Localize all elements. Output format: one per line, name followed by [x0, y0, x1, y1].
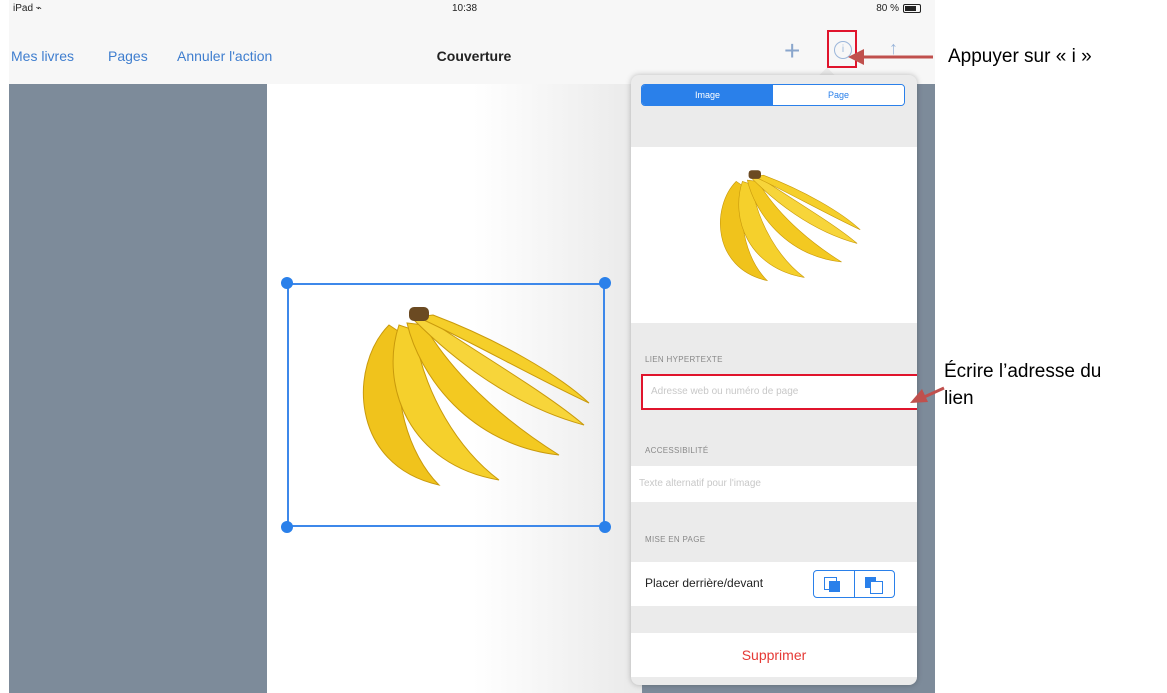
image-preview	[631, 147, 917, 323]
add-icon[interactable]: +	[784, 37, 800, 65]
layout-section-label: MISE EN PAGE	[645, 535, 706, 544]
status-right: 80 %	[876, 3, 921, 14]
resize-handle-bottom-left[interactable]	[281, 521, 293, 533]
accessibility-section-label: ACCESSIBILITÉ	[645, 446, 709, 455]
resize-handle-top-left[interactable]	[281, 277, 293, 289]
hyperlink-section-label: LIEN HYPERTEXTE	[645, 355, 723, 364]
banana-thumbnail	[720, 170, 861, 282]
order-control	[813, 570, 895, 598]
info-popover: Image Page LIEN HYPERTEXTE Adresse web o…	[631, 75, 917, 685]
page-title: Couverture	[436, 48, 512, 64]
bring-forward-front-square	[869, 581, 883, 594]
my-books-link[interactable]: Mes livres	[11, 48, 74, 64]
annotation-arrow-info	[848, 49, 933, 65]
resize-handle-top-right[interactable]	[599, 277, 611, 289]
order-label: Placer derrière/devant	[645, 576, 764, 590]
ipad-screen: iPad ⌁ 10:38 80 % Mes livres Pages Annul…	[9, 0, 935, 693]
resize-handle-bottom-right[interactable]	[599, 521, 611, 533]
battery-icon	[903, 4, 921, 13]
send-backward-front-square	[829, 581, 840, 592]
hyperlink-input[interactable]: Adresse web ou numéro de page	[641, 374, 917, 410]
status-device: iPad ⌁	[13, 3, 42, 14]
annotation-info: Appuyer sur « i »	[948, 46, 1092, 67]
annotation-arrow-link	[910, 386, 945, 403]
battery-percent: 80 %	[876, 3, 899, 14]
status-time: 10:38	[452, 3, 478, 14]
device-name: iPad	[13, 3, 34, 14]
tab-control: Image Page	[641, 84, 905, 106]
status-bar: iPad ⌁ 10:38 80 %	[9, 0, 935, 20]
pages-link[interactable]: Pages	[108, 48, 148, 64]
annotation-link-line2: lien	[944, 388, 974, 409]
tab-image[interactable]: Image	[642, 85, 773, 105]
delete-button[interactable]: Supprimer	[631, 633, 917, 677]
send-backward-button[interactable]	[814, 571, 854, 597]
selected-image-frame[interactable]	[287, 283, 605, 527]
layout-row: Placer derrière/devant	[631, 562, 917, 606]
bring-forward-button[interactable]	[853, 571, 895, 597]
alt-text-input[interactable]: Texte alternatif pour l'image	[631, 466, 917, 502]
wifi-icon: ⌁	[35, 3, 42, 14]
annotation-link: Écrire l’adresse du lien	[944, 358, 1101, 412]
battery-level	[905, 6, 917, 11]
tab-page[interactable]: Page	[773, 85, 904, 105]
banana-image	[363, 307, 590, 486]
undo-link[interactable]: Annuler l'action	[177, 48, 272, 64]
annotation-link-line1: Écrire l’adresse du	[944, 361, 1102, 382]
